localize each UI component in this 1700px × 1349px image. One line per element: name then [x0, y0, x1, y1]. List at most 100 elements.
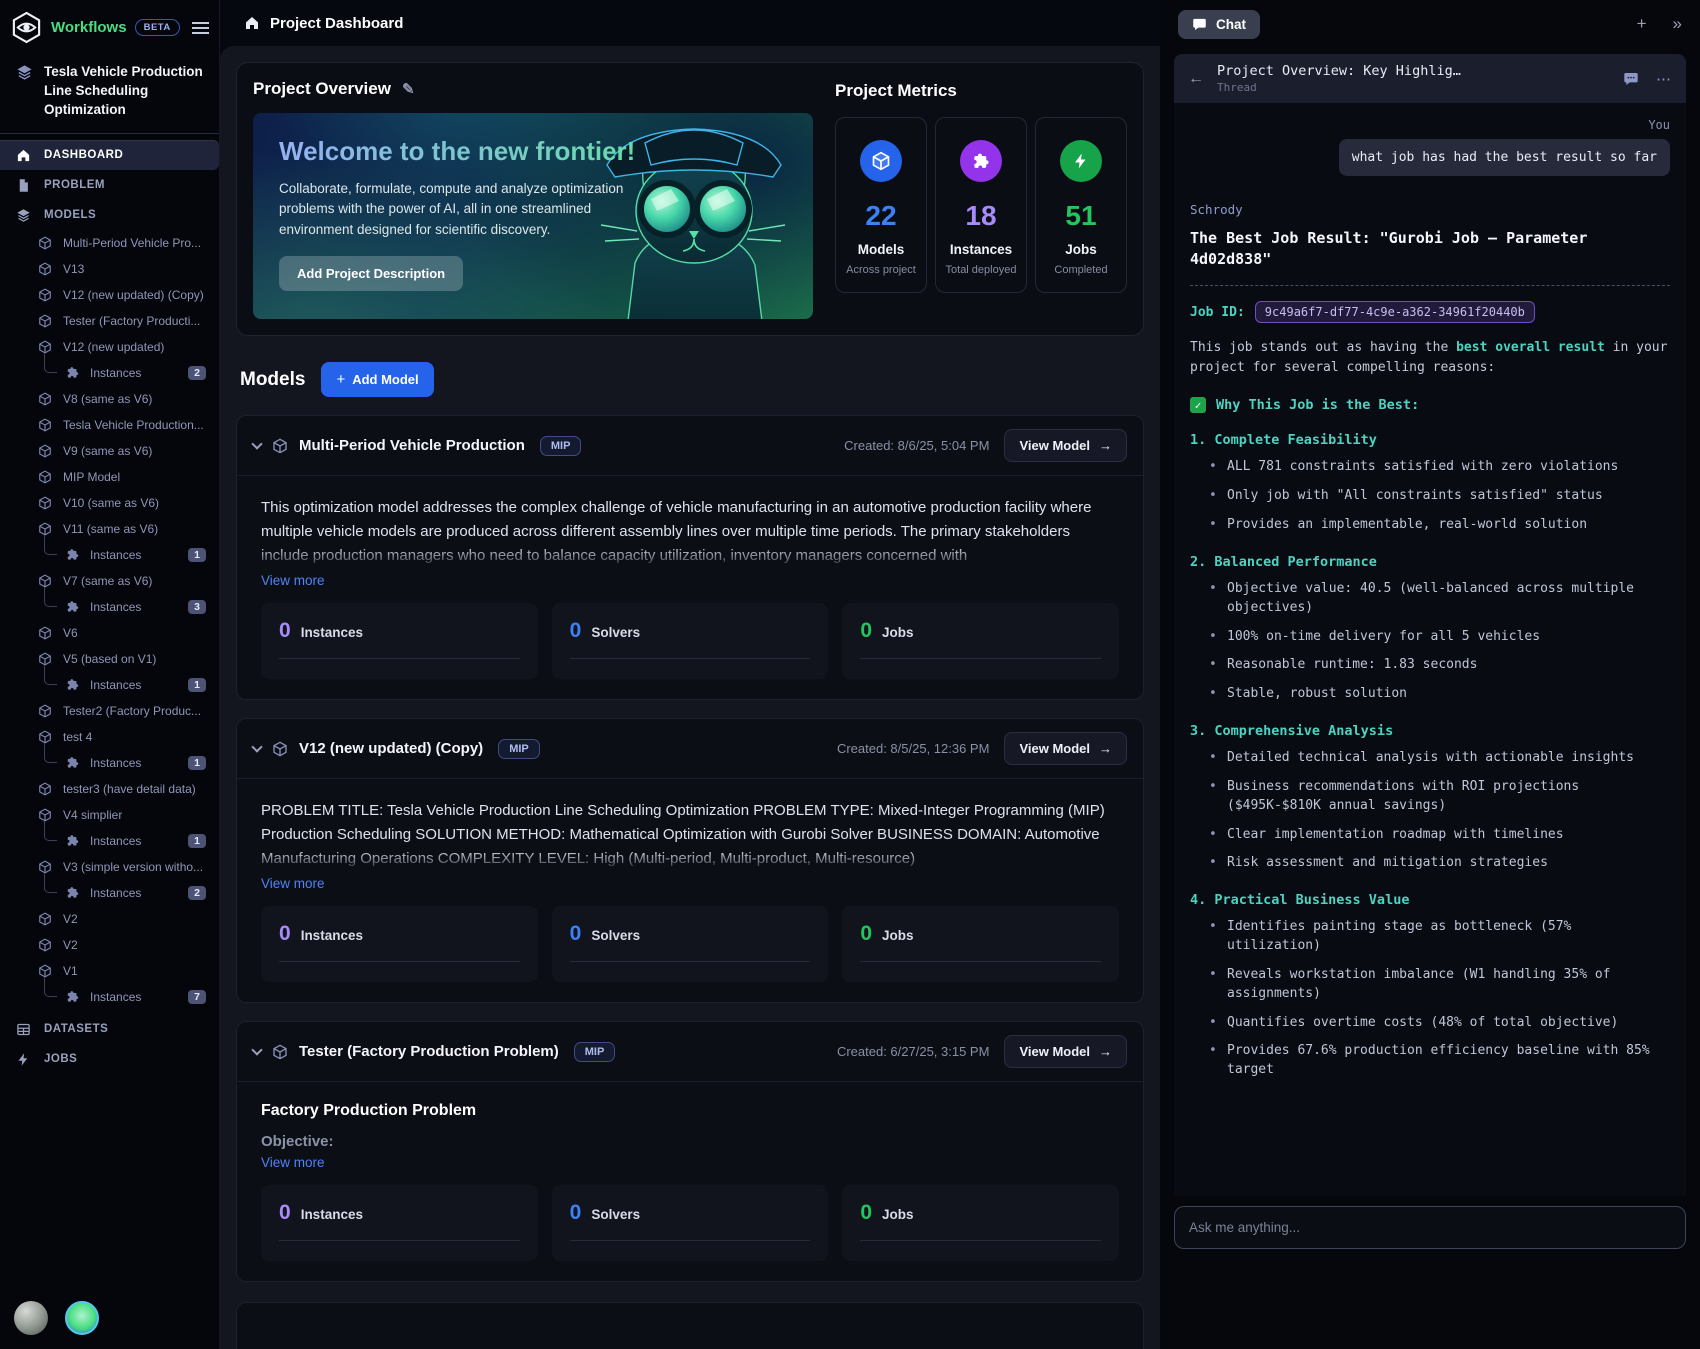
created-timestamp: Created: 8/6/25, 5:04 PM [844, 438, 989, 453]
add-model-button[interactable]: + Add Model [321, 362, 433, 397]
stat-value: 0 [279, 619, 291, 643]
view-more-link[interactable]: View more [261, 1155, 325, 1170]
sidebar-model-item[interactable]: V3 (simple version witho... [0, 854, 219, 880]
cube-icon [38, 340, 52, 354]
sidebar-item-jobs[interactable]: JOBS [0, 1044, 219, 1074]
thread-messages-icon[interactable] [1623, 71, 1639, 87]
view-model-button[interactable]: View Model→ [1004, 1035, 1127, 1068]
sidebar-model-item[interactable]: V10 (same as V6) [0, 490, 219, 516]
sidebar-model-item[interactable]: V1 [0, 958, 219, 984]
sidebar-model-item[interactable]: V7 (same as V6) [0, 568, 219, 594]
sidebar-item-dashboard[interactable]: DASHBOARD [0, 140, 219, 170]
model-label: Multi-Period Vehicle Pro... [63, 236, 201, 250]
intro-highlight: best overall result [1456, 340, 1605, 355]
stat-value: 0 [279, 1201, 291, 1225]
stat-label: Jobs [882, 928, 914, 943]
model-label: V1 [63, 964, 78, 978]
metric-sublabel: Total deployed [942, 263, 1020, 278]
tree-connector [44, 743, 57, 763]
stat-label: Solvers [591, 928, 640, 943]
sidebar-model-item[interactable]: V11 (same as V6) [0, 516, 219, 542]
sidebar-instances-item[interactable]: Instances1 [0, 828, 219, 854]
sidebar-instances-item[interactable]: Instances1 [0, 542, 219, 568]
stat-value: 0 [279, 922, 291, 946]
sidebar-item-models[interactable]: MODELS [0, 200, 219, 230]
sidebar-item-problem[interactable]: PROBLEM [0, 170, 219, 200]
sidebar-model-item[interactable]: Tester (Factory Producti... [0, 308, 219, 334]
cube-icon [38, 574, 52, 588]
new-chat-icon[interactable]: + [1637, 14, 1647, 34]
thread-title: Project Overview: Key Highlig… [1217, 63, 1461, 79]
sidebar-model-item[interactable]: V6 [0, 620, 219, 646]
view-model-button[interactable]: View Model→ [1004, 429, 1127, 462]
bullet-text: Only job with "All constraints satisfied… [1227, 488, 1603, 503]
sidebar-model-item[interactable]: V5 (based on V1) [0, 646, 219, 672]
sidebar-instances-item[interactable]: Instances1 [0, 750, 219, 776]
sidebar-model-item[interactable]: V2 [0, 906, 219, 932]
bullet-item: •Stable, robust solution [1190, 685, 1670, 704]
sidebar-model-item[interactable]: Multi-Period Vehicle Pro... [0, 230, 219, 256]
hamburger-menu-icon[interactable] [192, 22, 209, 34]
avatar[interactable] [65, 1301, 99, 1335]
workflows-logo-icon[interactable] [10, 11, 43, 44]
sidebar-model-item[interactable]: V9 (same as V6) [0, 438, 219, 464]
brand-row: Workflows BETA [0, 0, 219, 52]
message-section: 1. Complete Feasibility •ALL 781 constra… [1190, 432, 1670, 535]
chat-button[interactable]: Chat [1178, 10, 1260, 39]
model-card: Tester (Factory Production Problem) MIP … [236, 1021, 1144, 1282]
bullet-icon: • [1209, 685, 1217, 704]
sidebar-instances-item[interactable]: Instances1 [0, 672, 219, 698]
stat-solvers: 0Solvers [552, 906, 829, 982]
instances-count-badge: 1 [188, 678, 206, 692]
chevron-down-icon[interactable] [251, 1044, 262, 1055]
tree-connector [44, 587, 57, 607]
avatar[interactable] [14, 1301, 48, 1335]
back-arrow-icon[interactable]: ← [1188, 70, 1204, 88]
add-project-description-button[interactable]: Add Project Description [279, 256, 463, 291]
cube-icon [38, 418, 52, 432]
sidebar-instances-item[interactable]: Instances3 [0, 594, 219, 620]
project-title-row[interactable]: Tesla Vehicle Production Line Scheduling… [0, 52, 219, 133]
sidebar-model-item[interactable]: V4 simplier [0, 802, 219, 828]
view-more-link[interactable]: View more [261, 876, 325, 891]
model-label: V5 (based on V1) [63, 652, 156, 666]
stat-value: 0 [860, 922, 872, 946]
sidebar-model-item[interactable]: MIP Model [0, 464, 219, 490]
divider [860, 1240, 1101, 1241]
sidebar-model-item[interactable]: V12 (new updated) (Copy) [0, 282, 219, 308]
sidebar-model-item[interactable]: V8 (same as V6) [0, 386, 219, 412]
bullet-item: •Provides an implementable, real-world s… [1190, 516, 1670, 535]
sidebar-model-item[interactable]: Tester2 (Factory Produc... [0, 698, 219, 724]
chevron-down-icon[interactable] [251, 741, 262, 752]
sidebar-instances-item[interactable]: Instances2 [0, 360, 219, 386]
model-card: V12 (new updated) (Copy) MIP Created: 8/… [236, 718, 1144, 1003]
stat-label: Instances [301, 1207, 363, 1222]
bullet-icon: • [1209, 826, 1217, 845]
sidebar-model-item[interactable]: Tesla Vehicle Production... [0, 412, 219, 438]
sidebar-model-item[interactable]: test 4 [0, 724, 219, 750]
user-label: You [1190, 118, 1670, 132]
view-more-link[interactable]: View more [261, 573, 325, 588]
cube-icon [38, 470, 52, 484]
collapse-panel-icon[interactable]: » [1673, 14, 1682, 34]
stat-label: Solvers [591, 625, 640, 640]
model-label: V9 (same as V6) [63, 444, 152, 458]
bullet-icon: • [1209, 854, 1217, 873]
sidebar-model-item[interactable]: tester3 (have detail data) [0, 776, 219, 802]
chevron-down-icon[interactable] [251, 438, 262, 449]
sidebar-instances-item[interactable]: Instances7 [0, 984, 219, 1010]
cube-icon [38, 704, 52, 718]
sidebar-instances-item[interactable]: Instances2 [0, 880, 219, 906]
sidebar-model-item[interactable]: V13 [0, 256, 219, 282]
job-id-chip[interactable]: 9c49a6f7-df77-4c9e-a362-34961f20440b [1255, 301, 1535, 323]
chat-messages[interactable]: You what job has had the best result so … [1174, 103, 1686, 1196]
view-model-button[interactable]: View Model→ [1004, 732, 1127, 765]
sidebar-item-datasets[interactable]: DATASETS [0, 1014, 219, 1044]
chat-input[interactable] [1174, 1206, 1686, 1249]
metric-card-models: 22 Models Across project [835, 117, 927, 293]
model-label: V6 [63, 626, 78, 640]
edit-icon[interactable]: ✎ [402, 80, 415, 98]
thread-menu-icon[interactable]: ⋯ [1656, 70, 1672, 88]
sidebar-model-item[interactable]: V12 (new updated) [0, 334, 219, 360]
sidebar-model-item[interactable]: V2 [0, 932, 219, 958]
